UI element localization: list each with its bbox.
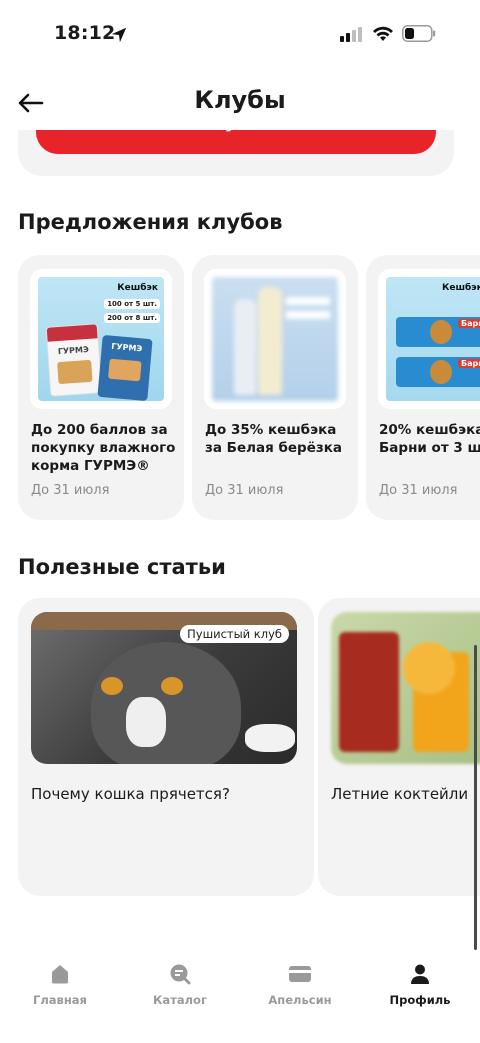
offer-image-frame: Кешбэк Барни Барни xyxy=(378,269,480,409)
cashback-badge: Кешбэк xyxy=(117,283,158,293)
nav-item-profile[interactable]: Профиль xyxy=(360,961,480,1007)
article-image-cat: Пушистый клуб xyxy=(31,612,297,764)
offer-date: До 31 июля xyxy=(205,483,284,498)
bottom-nav: Главная Каталог Апельсин Профиль xyxy=(0,955,480,1043)
profile-icon xyxy=(407,961,433,987)
nav-label-catalog: Каталог xyxy=(153,993,207,1007)
product-pack-1: ГУРМЭ xyxy=(45,323,103,397)
product-brand-1: Барни xyxy=(458,319,480,328)
offer-date: До 31 июля xyxy=(31,483,110,498)
offer-title: 20% кешбэка за Барни от 3 шт. xyxy=(379,422,480,456)
article-image-cocktails xyxy=(331,612,480,764)
product-brand-2: ГУРМЭ xyxy=(110,341,143,354)
nav-label-home: Главная xyxy=(33,993,87,1007)
product-pack-2: ГУРМЭ xyxy=(97,334,153,401)
product-brand-2: Барни xyxy=(458,359,480,368)
battery-icon xyxy=(402,25,436,42)
product-pack-1: Барни xyxy=(396,317,480,347)
card-icon xyxy=(287,961,313,987)
offer-image-frame xyxy=(204,269,346,409)
wifi-icon xyxy=(373,26,393,41)
nav-item-home[interactable]: Главная xyxy=(0,961,120,1007)
offer-image-beryozka xyxy=(212,277,338,401)
article-badge: Пушистый клуб xyxy=(180,625,289,643)
home-icon xyxy=(47,961,73,987)
offer-card-gourmet[interactable]: Кешбэк 100 от 5 шт. 200 от 8 шт. ГУРМЭ Г… xyxy=(18,255,184,520)
offers-carousel[interactable]: Кешбэк 100 от 5 шт. 200 от 8 шт. ГУРМЭ Г… xyxy=(18,255,480,520)
status-time: 18:12 xyxy=(54,22,116,44)
nav-item-apelsin[interactable]: Апельсин xyxy=(240,961,360,1007)
nav-label-apelsin: Апельсин xyxy=(268,993,332,1007)
article-card-cocktails[interactable]: Летние коктейли xyxy=(318,598,480,896)
offer-title: До 200 баллов за покупку влажного корма … xyxy=(31,422,176,474)
offer-image-frame: Кешбэк 100 от 5 шт. 200 от 8 шт. ГУРМЭ Г… xyxy=(30,269,172,409)
offer-image-gourmet: Кешбэк 100 от 5 шт. 200 от 8 шт. ГУРМЭ Г… xyxy=(38,277,164,401)
offer-card-beryozka[interactable]: До 35% кешбэка за Белая берёзка До 31 ию… xyxy=(192,255,358,520)
articles-section-title: Полезные статьи xyxy=(18,555,226,579)
offer-image-barni: Кешбэк Барни Барни xyxy=(386,277,480,401)
nav-item-catalog[interactable]: Каталог xyxy=(120,961,240,1007)
nav-label-profile: Профиль xyxy=(389,993,451,1007)
cashback-line-2: 200 от 8 шт. xyxy=(104,313,160,323)
article-title: Почему кошка прячется? xyxy=(31,785,230,803)
cashback-badge: Кешбэк xyxy=(442,283,480,293)
offer-title: До 35% кешбэка за Белая берёзка xyxy=(205,422,342,456)
catalog-search-icon xyxy=(167,961,193,987)
location-arrow-icon xyxy=(111,27,127,43)
page-title: Клубы xyxy=(194,86,286,114)
status-bar: 18:12 xyxy=(0,0,480,70)
offer-date: До 31 июля xyxy=(379,483,458,498)
articles-carousel[interactable]: Пушистый клуб Почему кошка прячется? Лет… xyxy=(18,598,480,896)
scrollbar[interactable] xyxy=(474,645,477,950)
offers-section-title: Предложения клубов xyxy=(18,210,283,234)
article-card-cat[interactable]: Пушистый клуб Почему кошка прячется? xyxy=(18,598,314,896)
header: Клубы xyxy=(0,80,480,124)
product-pack-2: Барни xyxy=(396,357,480,387)
article-title: Летние коктейли xyxy=(331,785,469,803)
status-icons xyxy=(340,25,436,42)
offer-card-barni[interactable]: Кешбэк Барни Барни 20% кешбэка за Барни … xyxy=(366,255,480,520)
product-brand-1: ГУРМЭ xyxy=(57,344,90,357)
cashback-line-1: 100 от 5 шт. xyxy=(104,299,160,309)
cellular-signal-icon xyxy=(340,26,362,42)
